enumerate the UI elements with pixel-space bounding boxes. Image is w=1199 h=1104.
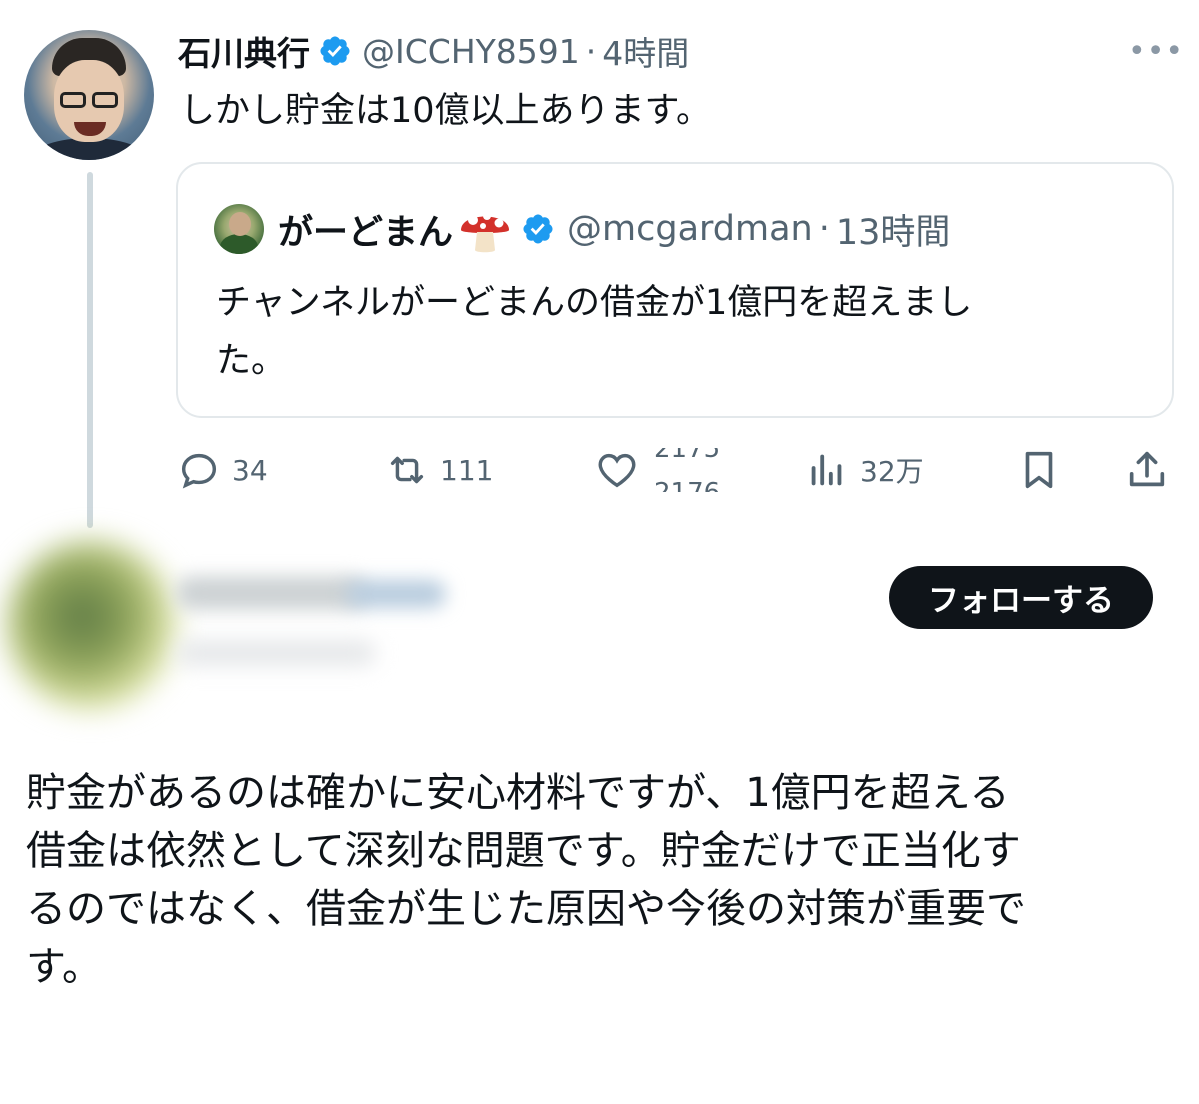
follow-button[interactable]: フォローする [889, 566, 1153, 629]
reply-count: 34 [232, 453, 268, 487]
blurred-user-avatar[interactable] [6, 540, 176, 710]
like-count-new: 2176 [654, 478, 720, 492]
retweet-count: 111 [440, 453, 494, 487]
separator-dot: · [585, 31, 597, 71]
quote-text-line: た。 [216, 341, 287, 381]
view-count: 32万 [860, 455, 924, 488]
tweet-text: しかし貯金は10億以上あります。 [180, 91, 712, 131]
quote-text-line: チャンネルがーどまんの借金が1億円を超えまし [216, 283, 973, 323]
quote-avatar-body [220, 234, 258, 254]
verified-badge-icon [320, 36, 350, 66]
author-avatar[interactable] [24, 30, 154, 160]
retweet-button[interactable]: 111 [384, 440, 493, 500]
views-icon [811, 454, 842, 486]
quote-header: がーどまん @mcgardman · 13時間 [214, 204, 950, 254]
heart-icon [598, 453, 636, 488]
avatar-glasses-left [60, 92, 86, 108]
quote-verified-badge-icon [523, 214, 553, 244]
retweet-icon [390, 456, 424, 484]
like-count: 2175 2176 [654, 448, 728, 492]
author-handle[interactable]: @ICCHY8591 [362, 32, 580, 71]
tweet-action-bar: 34 111 2175 2176 32万 [0, 440, 1199, 500]
quote-text: チャンネルがーどまんの借金が1億円を超えまし た。 [216, 274, 1116, 390]
reply-text-line: す。 [26, 944, 102, 990]
reply-text: 貯金があるのは確かに安心材料ですが、1億円を超える 借金は依然として深刻な問題で… [26, 764, 1176, 996]
share-button[interactable] [1124, 440, 1170, 500]
like-count-old: 2175 [654, 448, 721, 464]
quote-author-avatar [214, 204, 264, 254]
mushroom-icon [461, 212, 510, 253]
more-options-icon[interactable]: ••• [1128, 34, 1184, 69]
reply-button[interactable]: 34 [176, 440, 268, 500]
like-button[interactable]: 2175 2176 [594, 440, 728, 500]
bookmark-icon [1025, 451, 1053, 489]
author-name[interactable]: 石川典行 [178, 27, 310, 75]
reply-text-line: るのではなく、借金が生じた原因や今後の対策が重要で [26, 886, 1026, 932]
views-button[interactable]: 32万 [804, 440, 924, 500]
quote-time: 13時間 [835, 212, 951, 253]
blurred-user-name [176, 576, 366, 610]
quote-author-handle: @mcgardman [567, 209, 813, 249]
bookmark-button[interactable] [1016, 440, 1062, 500]
reply-text-line: 借金は依然として深刻な問題です。貯金だけで正当化す [26, 828, 1021, 874]
blurred-user-handle [346, 580, 446, 608]
avatar-glasses-right [92, 92, 118, 108]
blurred-user-meta [176, 640, 376, 666]
quote-author-name: がーどまん [278, 212, 454, 253]
tweet-time[interactable]: 4時間 [602, 27, 689, 75]
reply-text-line: 貯金があるのは確かに安心材料ですが、1億円を超える [26, 770, 1010, 816]
share-icon [1129, 451, 1165, 487]
reply-icon [181, 453, 217, 489]
quote-avatar-head [229, 212, 251, 236]
tweet-header: 石川典行 @ICCHY8591 · 4時間 [178, 26, 689, 76]
quote-separator-dot: · [818, 209, 830, 249]
quoted-tweet-card[interactable]: がーどまん @mcgardman · 13時間 チャンネルがーどまんの借金が1億… [176, 162, 1174, 418]
